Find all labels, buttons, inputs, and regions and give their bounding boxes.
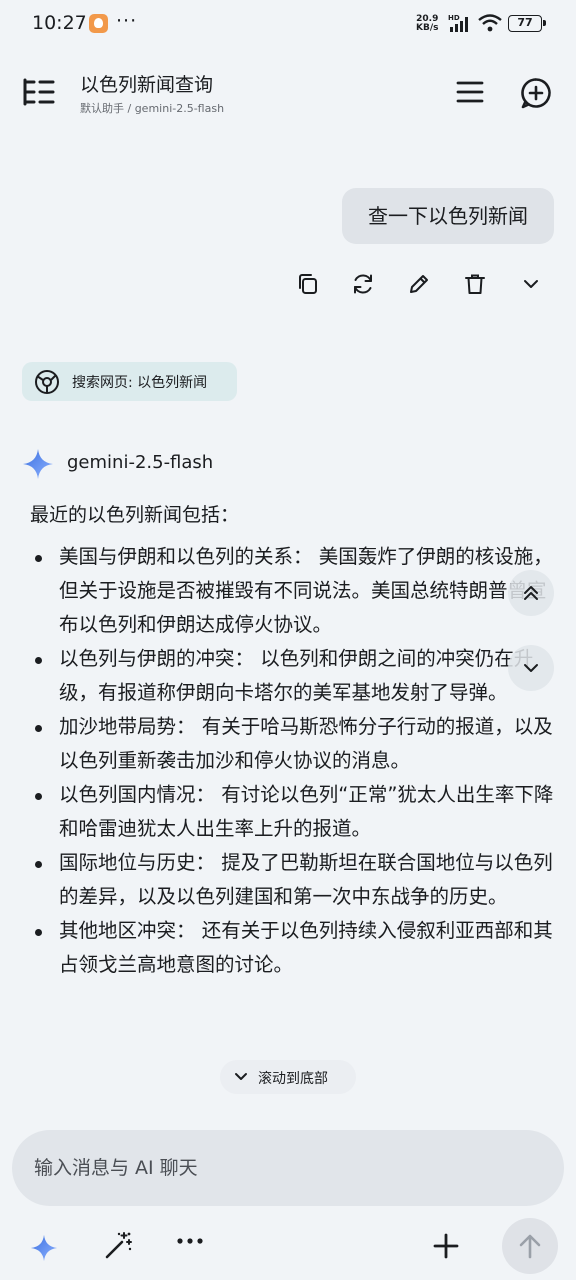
answer-intro: 最近的以色列新闻包括：: [30, 504, 240, 526]
copy-icon[interactable]: [296, 272, 320, 296]
more-options-icon[interactable]: [176, 1236, 204, 1246]
conversation-subtitle: 默认助手 / gemini-2.5-flash: [80, 102, 225, 115]
status-time: 10:27: [32, 12, 87, 34]
edit-icon[interactable]: [407, 272, 431, 296]
user-message-bubble[interactable]: 查一下以色列新闻: [342, 188, 554, 244]
web-search-label: 搜索网页: 以色列新闻: [72, 375, 208, 391]
new-chat-icon[interactable]: [520, 77, 552, 109]
item-title: 加沙地带局势：: [59, 715, 196, 738]
item-title: 美国与伊朗和以色列的关系：: [59, 545, 313, 568]
expand-icon[interactable]: [519, 272, 543, 296]
scroll-down-button[interactable]: [508, 645, 554, 691]
menu-icon[interactable]: [456, 80, 484, 104]
item-title: 国际地位与历史：: [59, 851, 216, 874]
list-item: 国际地位与历史： 提及了巴勒斯坦在联合国地位与以色列的差异，以及以色列建国和第一…: [32, 846, 556, 914]
list-item: 以色列国内情况： 有讨论以色列“正常”犹太人出生率下降和哈雷迪犹太人出生率上升的…: [32, 778, 556, 846]
arrow-up-icon: [519, 1234, 541, 1259]
chat-input[interactable]: [34, 1152, 534, 1184]
conversation-title: 以色列新闻查询: [80, 74, 214, 96]
status-bar: 10:27 ··· 20.9 KB/s HD 77: [0, 0, 576, 44]
status-more-icon: ···: [116, 10, 138, 32]
item-title: 以色列与伊朗的冲突：: [59, 647, 255, 670]
add-icon[interactable]: [432, 1232, 460, 1260]
list-item: 以色列与伊朗的冲突： 以色列和伊朗之间的冲突仍在升级，有报道称伊朗向卡塔尔的美军…: [32, 642, 556, 710]
double-chevron-up-icon: [524, 586, 538, 600]
scroll-to-bottom-button[interactable]: 滚动到底部: [220, 1060, 356, 1094]
delete-icon[interactable]: [463, 272, 487, 296]
network-speed: 20.9 KB/s: [416, 15, 438, 33]
item-title: 其他地区冲突：: [59, 919, 196, 942]
list-item: 其他地区冲突： 还有关于以色列持续入侵叙利亚西部和其占领戈兰高地意图的讨论。: [32, 914, 556, 982]
model-selector-icon[interactable]: [30, 1234, 58, 1262]
regenerate-icon[interactable]: [351, 272, 375, 296]
conversation-list-icon[interactable]: [22, 78, 56, 106]
list-item: 美国与伊朗和以色列的关系： 美国轰炸了伊朗的核设施，但关于设施是否被摧毁有不同说…: [32, 540, 556, 642]
chevron-down-icon: [524, 664, 538, 672]
app-notification-icon: [89, 14, 108, 33]
gemini-sparkle-icon: [22, 448, 54, 480]
scroll-to-bottom-label: 滚动到底部: [258, 1071, 328, 1087]
send-button[interactable]: [502, 1218, 558, 1274]
signal-icon: [450, 16, 472, 32]
magic-wand-icon[interactable]: [104, 1230, 134, 1260]
chevron-down-icon: [235, 1073, 247, 1080]
scroll-up-button[interactable]: [508, 570, 554, 616]
answer-list: 美国与伊朗和以色列的关系： 美国轰炸了伊朗的核设施，但关于设施是否被摧毁有不同说…: [32, 540, 556, 982]
model-name: gemini-2.5-flash: [67, 452, 214, 473]
item-title: 以色列国内情况：: [59, 783, 216, 806]
wifi-icon: [478, 14, 502, 32]
chat-input-container: [12, 1130, 564, 1206]
globe-search-icon: [34, 369, 60, 395]
list-item: 加沙地带局势： 有关于哈马斯恐怖分子行动的报道，以及以色列重新袭击加沙和停火协议…: [32, 710, 556, 778]
web-search-chip[interactable]: 搜索网页: 以色列新闻: [22, 362, 237, 401]
network-speed-unit: KB/s: [416, 23, 439, 33]
battery-indicator: 77: [508, 15, 546, 32]
